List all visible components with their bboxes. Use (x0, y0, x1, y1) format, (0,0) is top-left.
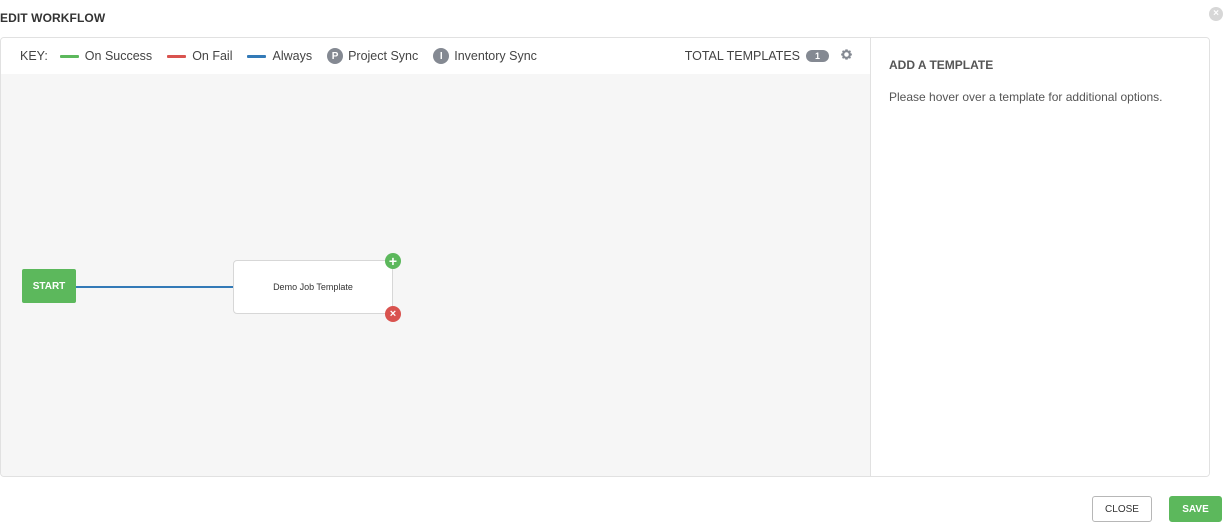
key-project-sync-label: Project Sync (348, 49, 419, 63)
close-button[interactable]: CLOSE (1092, 496, 1152, 522)
key-bar: KEY: On Success On Fail Always P Project… (1, 38, 870, 74)
total-templates: TOTAL TEMPLATES 1 (685, 38, 853, 74)
success-line-icon (59, 54, 79, 58)
key-on-fail-label: On Fail (192, 49, 233, 63)
remove-node-icon[interactable]: × (385, 306, 401, 322)
workflow-canvas-area: KEY: On Success On Fail Always P Project… (1, 38, 871, 476)
always-line-icon (247, 54, 267, 58)
project-sync-icon: P (327, 48, 344, 64)
key-always: Always (247, 49, 312, 63)
workflow-graph[interactable]: START Demo Job Template + × (1, 74, 870, 476)
side-panel: ADD A TEMPLATE Please hover over a templ… (872, 38, 1209, 476)
key-on-success-label: On Success (84, 49, 153, 63)
inventory-sync-icon: I (433, 48, 450, 64)
workflow-panel: KEY: On Success On Fail Always P Project… (0, 37, 1210, 477)
key-inventory-sync-label: Inventory Sync (454, 49, 537, 63)
key-project-sync: P Project Sync (327, 48, 418, 64)
key-label: KEY: (20, 49, 48, 63)
total-templates-label: TOTAL TEMPLATES (684, 49, 800, 63)
total-templates-count: 1 (806, 50, 829, 62)
close-icon[interactable]: × (1209, 7, 1223, 21)
gear-icon[interactable] (840, 48, 853, 64)
start-node: START (22, 269, 76, 303)
key-always-label: Always (272, 49, 313, 63)
key-on-success: On Success (59, 49, 153, 63)
fail-line-icon (167, 54, 187, 58)
add-node-icon[interactable]: + (385, 253, 401, 269)
modal-title: EDIT WORKFLOW (0, 11, 106, 25)
gear-svg (841, 49, 852, 60)
save-button[interactable]: SAVE (1169, 496, 1222, 522)
key-on-fail: On Fail (167, 49, 232, 63)
always-link (76, 286, 234, 288)
side-panel-title: ADD A TEMPLATE (889, 58, 994, 72)
key-inventory-sync: I Inventory Sync (433, 48, 537, 64)
template-node[interactable]: Demo Job Template (233, 260, 393, 314)
side-panel-hint: Please hover over a template for additio… (889, 90, 1163, 104)
